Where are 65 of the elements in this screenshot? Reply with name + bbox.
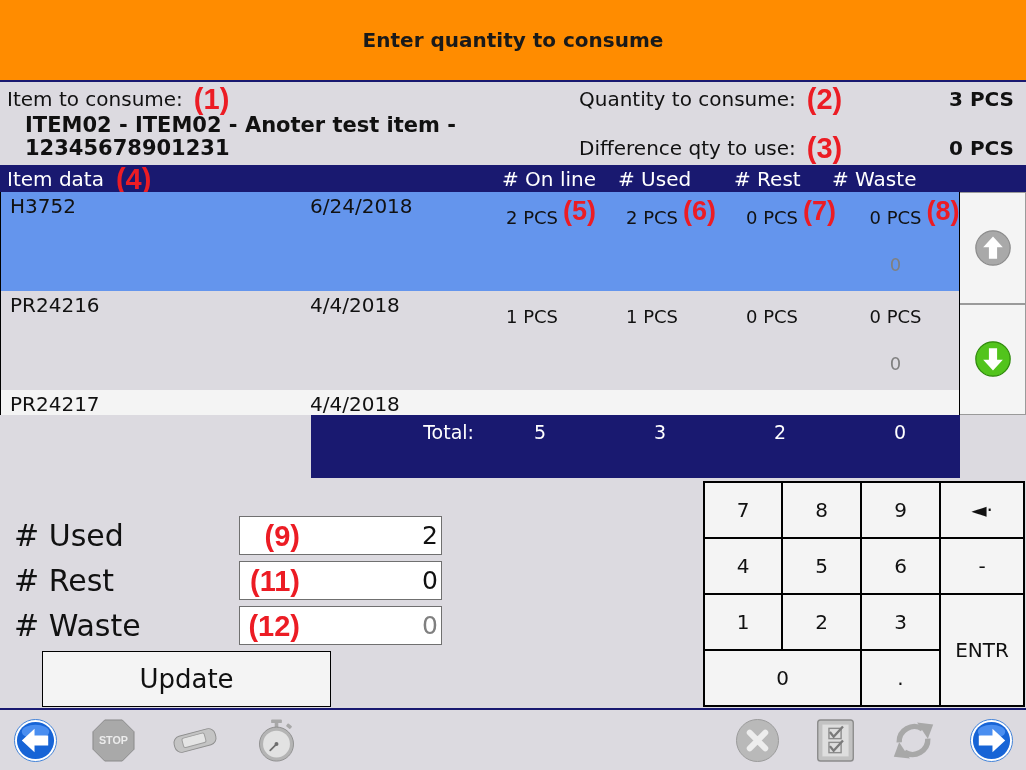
- keypad-key[interactable]: ◄·: [941, 483, 1023, 537]
- totals-value: 5: [533, 420, 547, 444]
- totals-value: 2: [773, 420, 787, 444]
- table-cell-text: H3752: [9, 195, 77, 217]
- scroll-up-button[interactable]: [960, 192, 1026, 304]
- field-value: 3 PCS: [949, 87, 1014, 111]
- callout-number: (2): [806, 84, 843, 114]
- table-cell: 0: [889, 254, 902, 276]
- table-cell: 0 PCS: [869, 207, 922, 228]
- keypad-key[interactable]: 9: [862, 483, 939, 537]
- keypad-key[interactable]: 6: [862, 539, 939, 593]
- column-header: Item data: [7, 166, 104, 193]
- table-cell-text: PR24216: [9, 294, 101, 316]
- table-row[interactable]: PR24217 4/4/2018: [1, 390, 959, 415]
- keypad-key[interactable]: 7: [705, 483, 781, 537]
- keypad-key[interactable]: .: [862, 651, 939, 705]
- column-header: # On line: [502, 166, 596, 193]
- table-cell: 0: [889, 353, 902, 375]
- field-label: # Used: [14, 518, 125, 553]
- callout-number: (12): [248, 612, 300, 641]
- totals-value: 0: [893, 420, 907, 444]
- keypad-key[interactable]: 4: [705, 539, 781, 593]
- field-label: # Rest: [14, 563, 116, 598]
- keypad-key[interactable]: 2: [783, 595, 860, 649]
- callout-number: (8): [926, 198, 960, 225]
- keypad-key[interactable]: 3: [862, 595, 939, 649]
- field-label: # Waste: [14, 608, 142, 643]
- table-cell-text: 6/24/2018: [309, 195, 414, 217]
- scroll-down-button[interactable]: [960, 303, 1026, 415]
- callout-number: (7): [803, 198, 836, 225]
- table-cell: 2 PCS: [506, 207, 558, 228]
- keypad-key[interactable]: 0: [705, 651, 860, 705]
- keypad-key[interactable]: 8: [783, 483, 860, 537]
- field-label: Quantity to consume:: [579, 87, 796, 111]
- callout-number: (11): [250, 567, 300, 596]
- back-arrow-icon[interactable]: [14, 718, 57, 762]
- totals-value: 3: [653, 420, 667, 444]
- forward-arrow-icon[interactable]: [970, 718, 1013, 762]
- keypad-key[interactable]: ENTR: [941, 595, 1023, 705]
- column-header: # Waste: [832, 166, 917, 193]
- table-cell-text: 4/4/2018: [309, 393, 401, 415]
- column-header: # Rest: [734, 166, 801, 193]
- field-label: Difference qty to use:: [579, 136, 796, 160]
- callout-number: (3): [806, 133, 843, 163]
- table-cell: 0 PCS: [869, 306, 922, 327]
- keypad-key[interactable]: -: [941, 539, 1023, 593]
- callout-number: (6): [683, 198, 716, 225]
- table-cell: 2 PCS: [626, 207, 678, 228]
- field-label: Item to consume:: [7, 87, 183, 111]
- table-cell: 0 PCS: [746, 306, 798, 327]
- table-cell-text: PR24217: [9, 393, 101, 415]
- callout-number: (9): [264, 522, 300, 551]
- keypad-key[interactable]: 1: [705, 595, 781, 649]
- keypad-key[interactable]: 5: [783, 539, 860, 593]
- update-button[interactable]: Update: [42, 651, 331, 707]
- item-name: ITEM02 - ITEM02 - Anoter test item - 12345678901231: [24, 114, 457, 160]
- screen-title: Enter quantity to consume: [362, 28, 664, 52]
- table-cell: 1 PCS: [506, 306, 558, 327]
- table-cell-text: 4/4/2018: [309, 294, 401, 316]
- callout-number: (5): [563, 198, 596, 225]
- field-value: 0 PCS: [949, 136, 1014, 160]
- table-cell: 1 PCS: [626, 306, 678, 327]
- column-header: # Used: [618, 166, 692, 193]
- table-cell: 0 PCS: [746, 207, 798, 228]
- totals-label: Total:: [422, 420, 475, 444]
